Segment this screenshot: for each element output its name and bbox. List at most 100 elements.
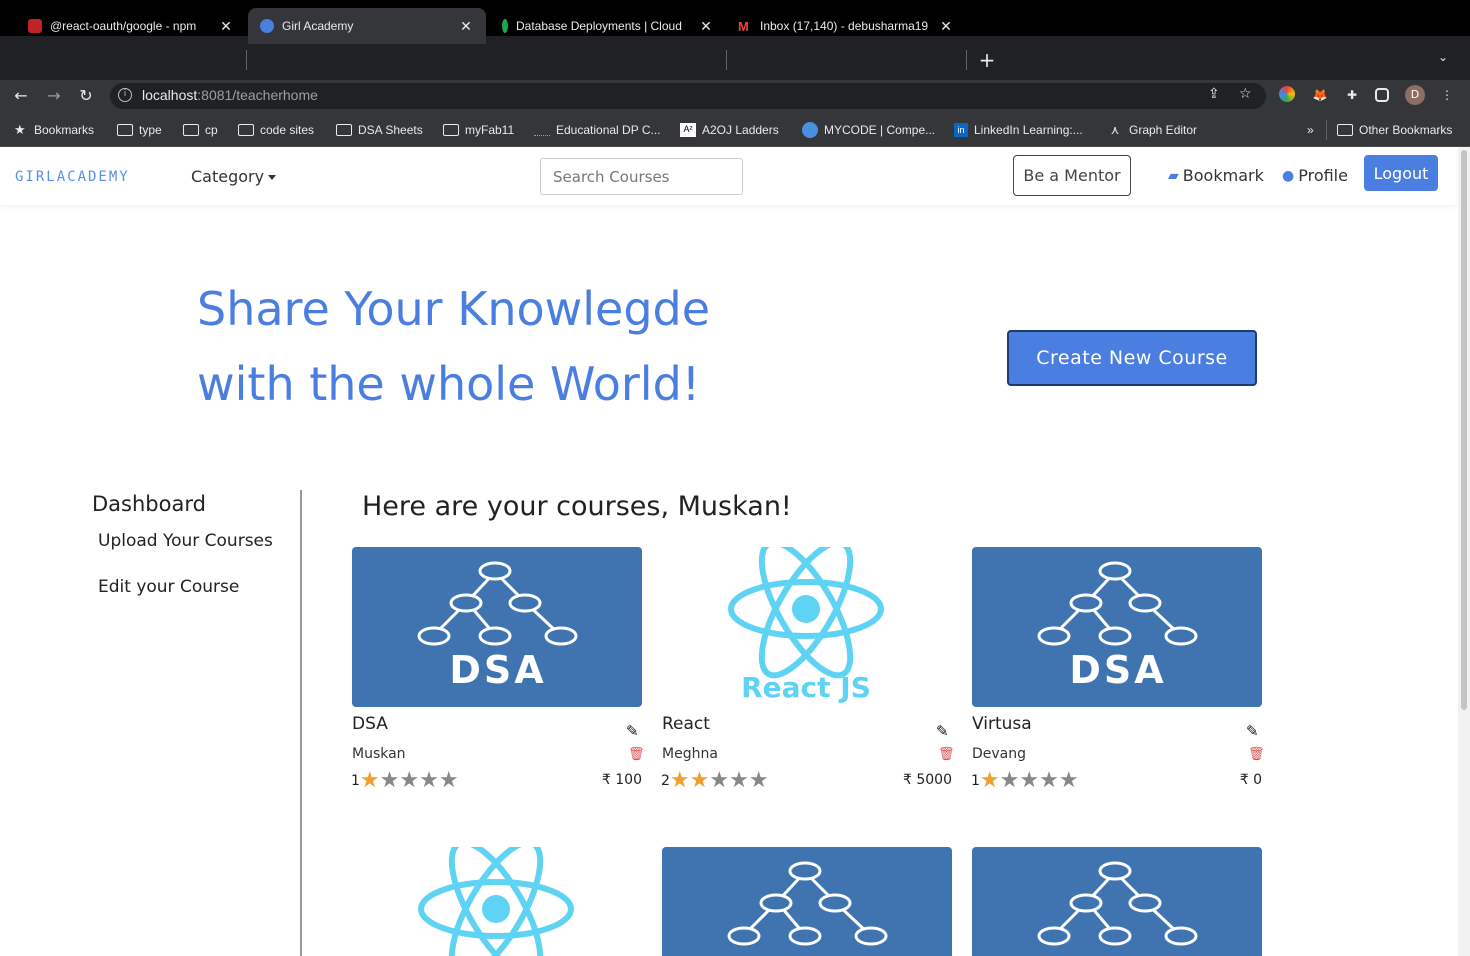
course-author: Devang [972,746,1027,762]
bookmark-label: Graph Editor [1129,123,1198,137]
folder-icon [117,124,133,136]
folder-icon [238,124,254,136]
star-icon: ★ [14,122,26,137]
tab-search-icon[interactable]: ⌄ [1438,50,1448,64]
course-image-dsa[interactable] [972,847,1262,956]
course-image-dsa[interactable] [662,847,952,956]
bookmark-bookmarks[interactable]: ★ Bookmarks [14,121,94,139]
color-picker-icon[interactable] [1279,86,1295,102]
new-tab-button[interactable]: + [976,47,998,73]
bookmark-a2oj[interactable]: A² A2OJ Ladders [680,121,779,139]
bookmark-label: Other Bookmarks [1359,123,1453,137]
bookmark-label: myFab11 [465,123,515,137]
react-image-text: React JS [741,671,871,704]
reload-icon[interactable]: ↻ [74,84,98,108]
forward-icon[interactable]: → [42,84,66,108]
dashboard-title: Dashboard [92,492,206,516]
npm-icon [28,19,42,33]
bookmark-linkedin[interactable]: in LinkedIn Learning:... [954,121,1083,139]
trash-icon[interactable]: 🗑 [1248,747,1265,762]
share-icon[interactable]: ⇪ [1208,86,1220,102]
search-input[interactable] [540,158,743,195]
close-icon[interactable]: ✕ [456,18,476,35]
close-icon[interactable]: ✕ [696,18,716,35]
tab-divider [246,50,247,70]
course-title[interactable]: DSA [352,714,388,734]
bookmark-link[interactable]: ▰ Bookmark [1168,166,1264,185]
scrollbar-thumb[interactable] [1461,150,1467,710]
dsa-image-text: DSA [449,648,546,692]
menu-icon[interactable]: ⋮ [1438,86,1456,104]
bookmark-educational-dp[interactable]: Educational DP C... [534,121,661,139]
rating-value: 1 [351,773,360,789]
bookmark-myfab11[interactable]: myFab11 [443,121,514,139]
pencil-icon[interactable]: ✎ [626,722,639,740]
be-a-mentor-button[interactable]: Be a Mentor [1013,155,1131,196]
pencil-icon[interactable]: ✎ [1246,722,1259,740]
react-logo-graphic: React JS [728,547,884,704]
bookmark-dsa-sheets[interactable]: DSA Sheets [336,121,423,139]
bookmark-cp[interactable]: cp [183,121,218,139]
bookmark-type[interactable]: type [117,121,162,139]
bookmark-mycode[interactable]: MYCODE | Compe... [802,121,935,139]
star-icon: ★ [359,768,380,793]
metamask-icon[interactable]: 🦊 [1311,86,1329,104]
course-title[interactable]: Virtusa [972,714,1032,734]
back-icon[interactable]: ← [9,84,33,108]
course-title[interactable]: React [662,714,710,734]
chevron-right-icon: » [1307,123,1314,137]
bookmark-label: Educational DP C... [556,123,661,137]
star-icon: ★ [399,768,420,793]
bookmark-label: cp [205,123,218,137]
tab-npm[interactable]: @react-oauth/google - npm ✕ [8,8,246,44]
site-icon [802,122,818,138]
course-image-dsa[interactable]: DSA [972,547,1262,707]
bookmark-other[interactable]: Other Bookmarks [1337,121,1452,139]
course-rating: 1 ★ ★ ★ ★ ★ [351,770,459,792]
url-text[interactable]: localhost:8081/teacherhome [142,87,318,103]
bookmark-label: Bookmarks [34,123,95,137]
more-bookmarks-button[interactable]: » [1307,121,1314,139]
site-logo[interactable]: GIRLACADEMY [15,169,130,185]
tab-mongodb[interactable]: Database Deployments | Cloud ✕ [488,8,726,44]
bookmark-code-sites[interactable]: code sites [238,121,314,139]
info-icon[interactable]: i [118,88,132,102]
linkedin-icon: in [954,123,968,137]
bookmark-label: type [139,123,162,137]
hero-heading-line1: Share Your Knowlegde [197,282,711,336]
create-new-course-button[interactable]: Create New Course [1007,330,1257,386]
url-path: :8081/teacherhome [197,87,318,103]
graph-icon: ⋏ [1110,123,1120,137]
tree-graphic: DSA [417,561,578,692]
course-price: ₹ 5000 [903,772,952,788]
star-icon: ★ [729,768,749,793]
trash-icon[interactable]: 🗑 [628,747,645,762]
side-panel-icon[interactable] [1375,88,1389,102]
sidebar-item-upload[interactable]: Upload Your Courses [98,531,273,551]
extensions-icon[interactable]: ✚ [1343,86,1361,104]
logout-button[interactable]: Logout [1364,155,1438,191]
trash-icon[interactable]: 🗑 [938,747,955,762]
bookmark-label: DSA Sheets [358,123,423,137]
course-image-dsa[interactable]: DSA [352,547,642,707]
profile-link[interactable]: ● Profile [1282,166,1348,185]
star-icon: ★ [379,768,400,793]
bookmark-graph-editor[interactable]: ⋏ Graph Editor [1107,121,1197,139]
tab-title: Database Deployments | Cloud [516,19,682,33]
star-icon[interactable]: ☆ [1239,86,1252,102]
close-icon[interactable]: ✕ [936,18,956,35]
close-icon[interactable]: ✕ [216,18,236,35]
category-dropdown[interactable]: Category [191,167,277,186]
dsa-image-text: DSA [1069,648,1166,692]
star-icon: ★ [999,768,1020,793]
sidebar-item-edit[interactable]: Edit your Course [98,577,239,597]
course-image-react[interactable]: React JS [662,547,952,707]
profile-avatar[interactable]: D [1405,85,1425,105]
rating-value: 1 [971,773,980,789]
star-icon: ★ [438,768,459,793]
tab-gmail[interactable]: M Inbox (17,140) - debusharma19 ✕ [728,8,966,44]
tab-girl-academy[interactable]: Girl Academy ✕ [248,8,486,44]
folder-icon [443,124,459,136]
pencil-icon[interactable]: ✎ [936,722,949,740]
course-image-react[interactable] [352,847,642,956]
